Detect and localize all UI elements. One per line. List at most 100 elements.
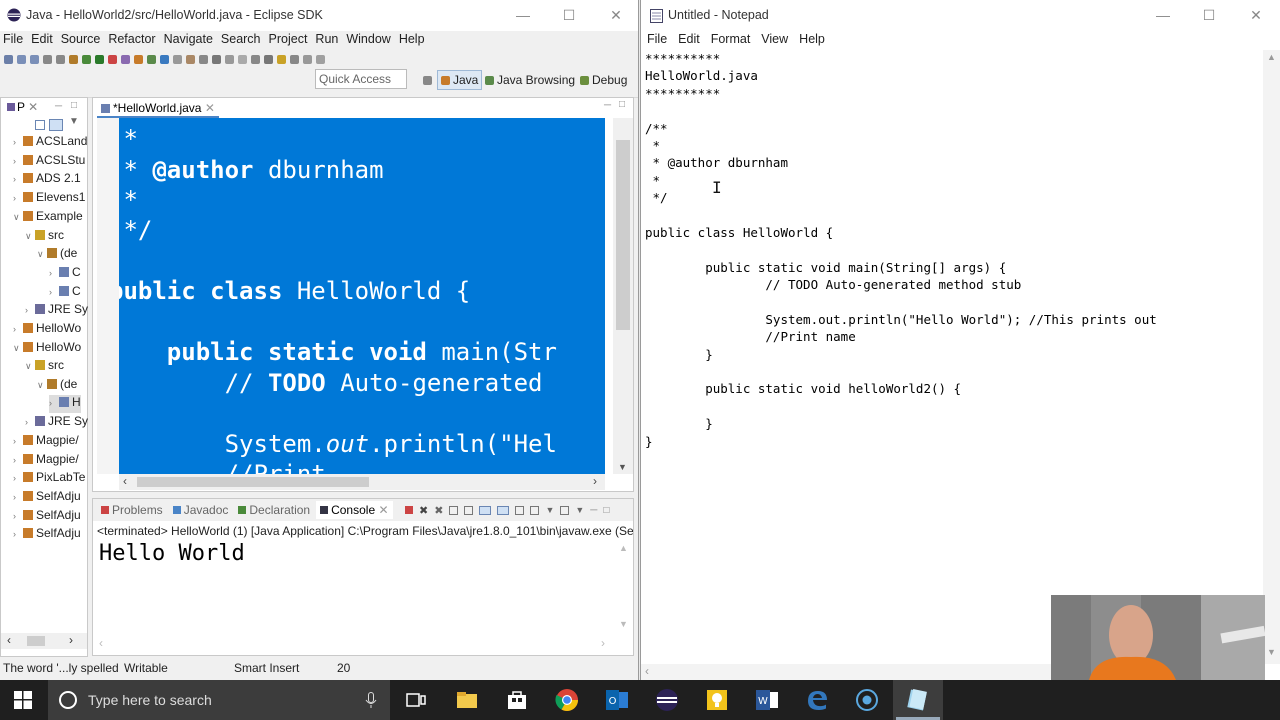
collapsed-chevron-icon[interactable]: ›: [13, 436, 23, 446]
tree-item[interactable]: › C: [49, 265, 81, 283]
editor-tab[interactable]: *HelloWorld.java ✕: [97, 98, 219, 118]
outlook-icon[interactable]: O: [605, 688, 629, 712]
maximize-view-icon[interactable]: □: [71, 100, 77, 111]
tree-item[interactable]: › Elevens1: [13, 190, 85, 208]
tree-item[interactable]: › JRE Sy: [25, 414, 88, 432]
scroll-left-icon[interactable]: ‹: [645, 664, 649, 678]
menu-navigate[interactable]: Navigate: [161, 31, 216, 47]
scroll-lock-icon[interactable]: [464, 505, 474, 515]
scroll-thumb[interactable]: [137, 477, 369, 487]
scroll-down-icon[interactable]: ▼: [1267, 647, 1276, 657]
toolbar-icon[interactable]: [69, 54, 78, 64]
terminate-icon[interactable]: [405, 506, 413, 514]
collapsed-chevron-icon[interactable]: ›: [49, 398, 59, 408]
toolbar-icon[interactable]: [17, 54, 26, 64]
tree-item[interactable]: ∨ HelloWo: [13, 340, 81, 358]
collapsed-chevron-icon[interactable]: ›: [13, 455, 23, 465]
clear-console-icon[interactable]: [449, 505, 459, 515]
package-explorer-hscroll[interactable]: ‹ ›: [1, 633, 87, 649]
scroll-left-icon[interactable]: ‹: [99, 636, 103, 650]
toolbar-icon[interactable]: [4, 54, 13, 64]
expanded-chevron-icon[interactable]: ∨: [37, 380, 47, 391]
tree-item[interactable]: › PixLabTe: [13, 470, 85, 488]
menu-help[interactable]: Help: [396, 31, 428, 47]
recorder-icon[interactable]: [855, 688, 879, 712]
close-tab-icon[interactable]: ✕: [205, 101, 215, 115]
open-perspective-button[interactable]: [420, 70, 435, 90]
toolbar-icon[interactable]: [134, 54, 143, 64]
notepad-text-area[interactable]: ********** HelloWorld.java **********/** *…: [645, 50, 1265, 660]
display-console-icon[interactable]: [530, 505, 540, 515]
menu-source[interactable]: Source: [58, 31, 104, 47]
scroll-right-icon[interactable]: ›: [69, 633, 73, 647]
perspective-debug[interactable]: Debug: [577, 70, 630, 90]
tree-item[interactable]: ∨ src: [25, 228, 64, 246]
minimize-editor-icon[interactable]: ─: [604, 100, 611, 111]
collapsed-chevron-icon[interactable]: ›: [13, 156, 23, 166]
store-icon[interactable]: [505, 688, 529, 712]
tree-item[interactable]: ∨ src: [25, 358, 64, 376]
minimize-button[interactable]: —: [508, 5, 538, 25]
tab-javadoc[interactable]: Javadoc: [169, 501, 233, 519]
tree-item[interactable]: ∨ (de: [37, 377, 77, 395]
tree-item[interactable]: › JRE Sy: [25, 302, 88, 320]
collapsed-chevron-icon[interactable]: ›: [13, 193, 23, 203]
notepad-taskbar-button[interactable]: [893, 680, 943, 720]
scroll-right-icon[interactable]: ›: [593, 474, 597, 488]
tree-item[interactable]: › ACSLand: [13, 134, 87, 152]
tree-item[interactable]: ∨ (de: [37, 246, 77, 264]
open-console-icon[interactable]: [560, 505, 570, 515]
minimize-button[interactable]: —: [1148, 5, 1178, 25]
collapsed-chevron-icon[interactable]: ›: [25, 417, 35, 427]
close-button[interactable]: ✕: [1241, 5, 1271, 25]
tree-item[interactable]: › Magpie/: [13, 452, 79, 470]
tree-item[interactable]: › SelfAdju: [13, 508, 81, 526]
view-menu-icon[interactable]: ▼: [69, 116, 79, 127]
toolbar-icon[interactable]: [199, 54, 208, 64]
tree-item[interactable]: › ACSLStu: [13, 153, 85, 171]
notepad-menu-format[interactable]: Format: [705, 31, 756, 47]
close-button[interactable]: ✕: [601, 5, 631, 25]
collapse-all-icon[interactable]: [35, 120, 45, 130]
word-wrap-icon[interactable]: [479, 505, 492, 515]
tree-item[interactable]: › SelfAdju: [13, 489, 81, 507]
collapsed-chevron-icon[interactable]: ›: [13, 174, 23, 184]
tab-declaration[interactable]: Declaration: [234, 501, 314, 519]
toolbar-icon[interactable]: [82, 54, 91, 64]
editor-vscroll[interactable]: ▼: [613, 118, 633, 474]
collapsed-chevron-icon[interactable]: ›: [13, 511, 23, 521]
toolbar-icon[interactable]: [43, 54, 52, 64]
editor-hscroll[interactable]: ‹ ›: [119, 474, 605, 490]
collapsed-chevron-icon[interactable]: ›: [13, 473, 23, 483]
collapsed-chevron-icon[interactable]: ›: [13, 492, 23, 502]
maximize-editor-icon[interactable]: □: [619, 99, 625, 110]
expanded-chevron-icon[interactable]: ∨: [13, 212, 23, 223]
perspective-java[interactable]: Java: [437, 70, 483, 90]
scroll-down-icon[interactable]: ▼: [619, 619, 628, 629]
tree-item[interactable]: › HelloWo: [13, 321, 81, 339]
file-explorer-icon[interactable]: [455, 688, 479, 712]
collapsed-chevron-icon[interactable]: ›: [49, 268, 59, 278]
toolbar-icon[interactable]: [30, 54, 39, 64]
toolbar-icon[interactable]: [277, 54, 286, 64]
scroll-thumb[interactable]: [616, 140, 630, 330]
taskbar-search-box[interactable]: Type here to search: [48, 680, 390, 720]
tree-item[interactable]: › SelfAdju: [13, 526, 81, 544]
toolbar-icon[interactable]: [108, 54, 117, 64]
expanded-chevron-icon[interactable]: ∨: [13, 343, 23, 354]
chrome-icon[interactable]: [555, 688, 579, 712]
collapsed-chevron-icon[interactable]: ›: [13, 529, 23, 539]
tab-console[interactable]: Console ✕: [316, 501, 393, 519]
toolbar-icon[interactable]: [173, 54, 182, 64]
toolbar-icon[interactable]: [186, 54, 195, 64]
windows-start-icon[interactable]: [14, 691, 32, 709]
minimize-view-icon[interactable]: ─: [55, 101, 62, 112]
close-tab-icon[interactable]: ✕: [375, 503, 388, 517]
expanded-chevron-icon[interactable]: ∨: [25, 361, 35, 372]
toolbar-icon[interactable]: [56, 54, 65, 64]
toolbar-icon[interactable]: [238, 54, 247, 64]
toolbar-icon[interactable]: [147, 54, 156, 64]
notepad-menu-file[interactable]: File: [641, 31, 672, 47]
remove-launch-icon[interactable]: ✖: [419, 504, 428, 517]
maximize-button[interactable]: ☐: [1194, 5, 1224, 25]
